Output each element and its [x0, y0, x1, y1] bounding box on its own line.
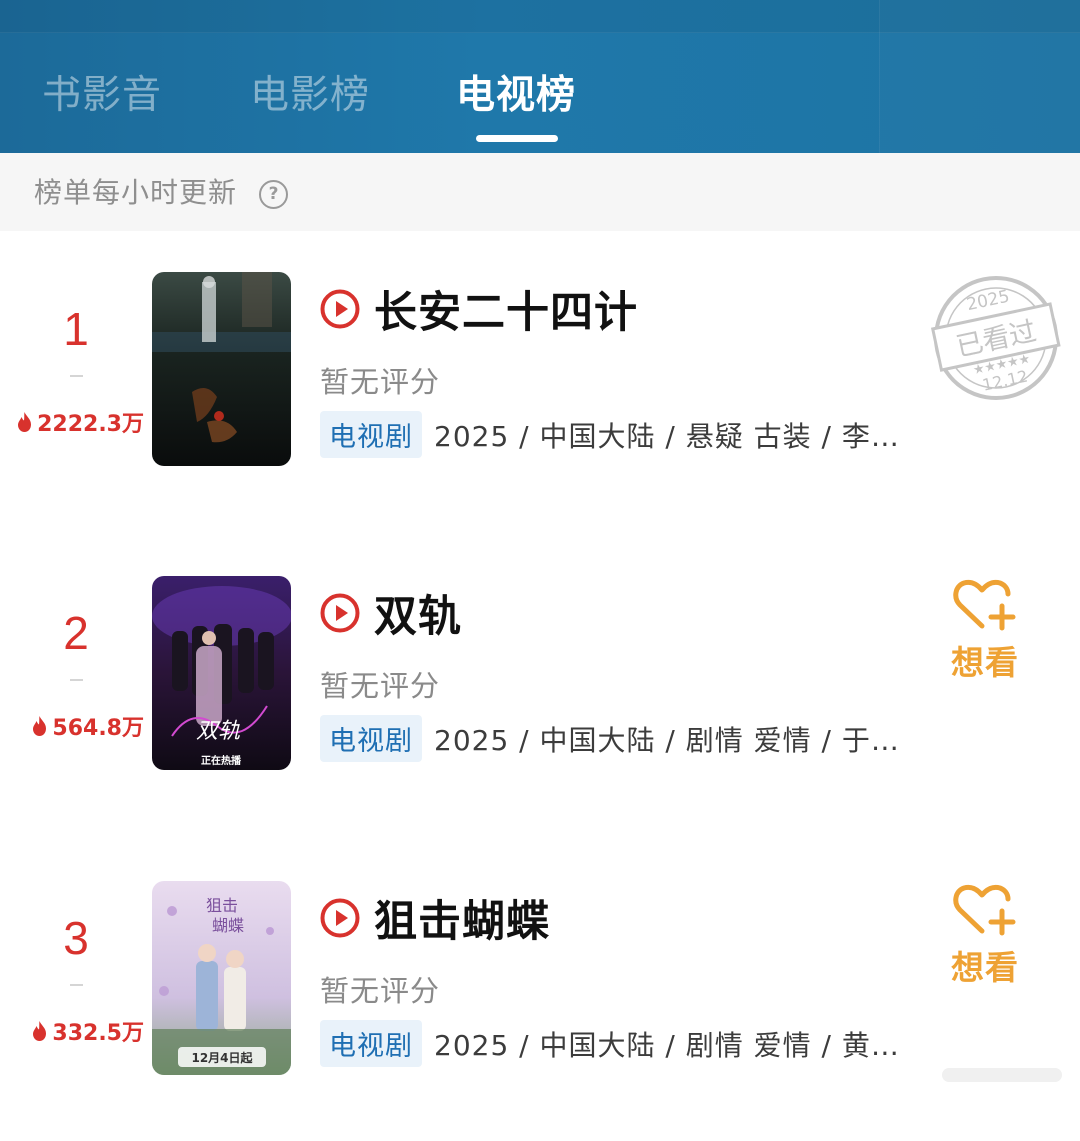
heat-value: 2222.3万	[16, 406, 144, 438]
type-badge: 电视剧	[320, 1020, 422, 1067]
svg-text:蝴蝶: 蝴蝶	[212, 916, 244, 935]
top-navigation-header: 书影音 电影榜 电视榜	[0, 0, 1080, 153]
chart-row-1[interactable]: 1 2222.3万 长安二十四计 暂无评分 电视剧 2025 / 中国大陆 / …	[0, 272, 1080, 532]
heat-text: 564.8万	[52, 716, 144, 741]
show-title: 双轨	[374, 592, 462, 642]
rank-change-dash	[70, 984, 83, 986]
poster-image[interactable]: 狙击 蝴蝶 12月4日起	[152, 881, 291, 1075]
poster-caption: 正在热播	[201, 754, 242, 767]
watermark-icon	[942, 1068, 1062, 1082]
active-tab-indicator	[476, 135, 558, 142]
heat-value: 332.5万	[31, 1015, 144, 1047]
update-note-text: 榜单每小时更新	[34, 176, 238, 209]
meta-text: 2025 / 中国大陆 / 悬疑 古装 / 李磊…	[434, 419, 926, 453]
svg-text:狙击: 狙击	[206, 896, 238, 915]
heat-value: 564.8万	[31, 710, 144, 742]
header-decoration	[879, 0, 1080, 153]
rank-number: 3	[63, 912, 89, 964]
want-to-watch-button[interactable]: 想看	[940, 883, 1030, 993]
meta-line: 电视剧 2025 / 中国大陆 / 剧情 爱情 / 于中…	[320, 715, 926, 762]
poster-image[interactable]	[152, 272, 291, 466]
heart-plus-icon	[953, 579, 1016, 631]
want-to-watch-button[interactable]: 想看	[940, 578, 1030, 688]
flame-icon	[33, 1021, 47, 1041]
tab-movie-chart[interactable]: 电影榜	[250, 66, 370, 126]
title-link[interactable]: 狙击蝴蝶	[320, 887, 550, 949]
tab-tv-chart[interactable]: 电视榜	[456, 66, 576, 126]
type-badge: 电视剧	[320, 715, 422, 762]
svg-text:双轨: 双轨	[196, 719, 240, 744]
poster-caption: 12月4日起	[191, 1050, 253, 1065]
watched-stamp-icon: 2025 已看过 ★★★★★ 12.12	[930, 276, 1061, 400]
show-title: 长安二十四计	[374, 288, 638, 338]
rank-change-dash	[70, 375, 83, 377]
rank-change-dash	[70, 679, 83, 681]
rank-number: 2	[63, 607, 89, 659]
heat-text: 2222.3万	[37, 412, 144, 437]
rating-text: 暂无评分	[320, 669, 441, 703]
meta-line: 电视剧 2025 / 中国大陆 / 悬疑 古装 / 李磊…	[320, 411, 926, 458]
play-circle-icon[interactable]	[320, 898, 360, 938]
rank-number: 1	[63, 303, 89, 355]
want-label: 想看	[951, 948, 1019, 987]
meta-line: 电视剧 2025 / 中国大陆 / 剧情 爱情 / 黄天…	[320, 1020, 926, 1067]
heart-plus-icon	[953, 884, 1016, 936]
question-circle-icon[interactable]: ?	[259, 180, 288, 209]
flame-icon	[33, 716, 47, 736]
type-badge: 电视剧	[320, 411, 422, 458]
play-circle-icon[interactable]	[320, 593, 360, 633]
play-circle-icon[interactable]	[320, 289, 360, 329]
update-note-bar: 榜单每小时更新	[0, 153, 1080, 231]
title-link[interactable]: 长安二十四计	[320, 278, 638, 340]
want-label: 想看	[951, 643, 1019, 682]
chart-row-3[interactable]: 3 332.5万 狙击 蝴蝶 12月4日起 狙击蝴蝶 暂无评分 电视剧 2025…	[0, 881, 1080, 1141]
poster-image[interactable]: 双轨 正在热播	[152, 576, 291, 770]
show-title: 狙击蝴蝶	[374, 897, 550, 947]
meta-text: 2025 / 中国大陆 / 剧情 爱情 / 黄天…	[434, 1028, 926, 1062]
flame-icon	[18, 412, 32, 432]
tab-books-movies-music[interactable]: 书影音	[42, 66, 162, 126]
title-link[interactable]: 双轨	[320, 582, 462, 644]
chart-row-2[interactable]: 2 564.8万 双轨 正在热播 双轨 暂无评分 电视剧 2025 / 中国大陆…	[0, 576, 1080, 836]
heat-text: 332.5万	[52, 1021, 144, 1046]
meta-text: 2025 / 中国大陆 / 剧情 爱情 / 于中…	[434, 723, 926, 757]
rating-text: 暂无评分	[320, 974, 441, 1008]
stamp-year: 2025	[965, 287, 1011, 316]
rating-text: 暂无评分	[320, 365, 441, 399]
